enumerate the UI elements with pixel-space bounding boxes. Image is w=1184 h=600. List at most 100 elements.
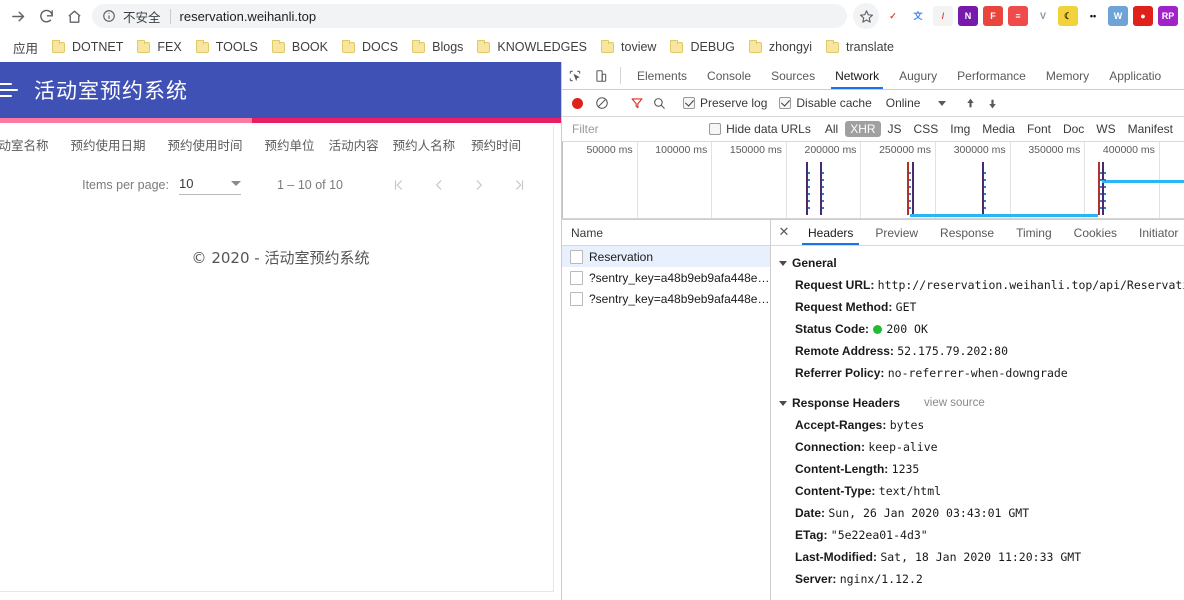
filter-type-ws[interactable]: WS [1091,121,1120,137]
devtools-tab-elements[interactable]: Elements [627,62,697,89]
filter-type-font[interactable]: Font [1022,121,1056,137]
wappalyzer-extension-icon[interactable]: W [1108,6,1128,26]
request-row[interactable]: ?sentry_key=a48b9eb9afa448e… [562,288,770,309]
filter-type-manifest[interactable]: Manifest [1123,121,1178,137]
filter-input[interactable]: Filter [562,122,709,136]
filter-type-img[interactable]: Img [945,121,975,137]
pdf-extension-icon[interactable]: F [983,6,1003,26]
app-toolbar: 活动室预约系统 [0,62,561,118]
rp-extension-icon[interactable]: RP [1158,6,1178,26]
devtools-tab-network[interactable]: Network [825,62,889,89]
record-extension-icon[interactable]: ● [1133,6,1153,26]
toggle-device-toolbar-icon[interactable] [588,62,614,89]
overview-event-marker [912,162,914,215]
moon-extension-icon[interactable]: ☾ [1058,6,1078,26]
search-icon[interactable] [648,96,670,110]
filter-type-js[interactable]: JS [883,121,907,137]
bookmark-toview[interactable]: toview [594,36,663,58]
detail-tab-timing[interactable]: Timing [1005,220,1063,245]
overview-tick-label: 300000 ms [953,144,1006,156]
bookmark-fex[interactable]: FEX [130,36,188,58]
previous-page-button[interactable] [419,165,459,205]
detail-tab-response[interactable]: Response [929,220,1005,245]
overview-gridline [785,142,787,219]
onenote-extension-icon[interactable]: N [958,6,978,26]
items-per-page-select[interactable]: 10 [178,176,241,195]
header-value: http://reservation.weihanli.top/api/Rese… [877,278,1184,292]
filter-funnel-icon[interactable] [626,96,648,110]
document-icon [570,249,583,264]
todoist-extension-icon[interactable]: ✓ [883,6,903,26]
detail-tab-cookies[interactable]: Cookies [1063,220,1128,245]
disable-cache-checkbox[interactable]: Disable cache [779,96,872,110]
hide-data-urls-checkbox[interactable]: Hide data URLs [709,122,811,136]
overview-dot [808,207,810,209]
forward-button[interactable] [4,2,32,30]
url-text[interactable]: reservation.weihanli.top [180,9,317,24]
browser-chrome: 不安全 reservation.weihanli.top ✓ 文 / N F ≡ V ☾ •• W… [0,0,1184,62]
network-overview-timeline[interactable]: 50000 ms 100000 ms 150000 ms 200000 ms 25000… [562,142,1184,220]
google-translate-extension-icon[interactable]: 文 [908,6,928,26]
hide-data-urls-checkbox-box [709,123,722,135]
panda-extension-icon[interactable]: •• [1083,6,1103,26]
detail-tab-preview[interactable]: Preview [864,220,929,245]
devtools-tab-performance[interactable]: Performance [947,62,1036,89]
bookmark-knowledges[interactable]: KNOWLEDGES [470,36,594,58]
network-throttling-select[interactable]: Online [886,96,947,110]
devtools-tab-applicatio[interactable]: Applicatio [1099,62,1171,89]
detail-tab-initiator[interactable]: Initiator [1128,220,1184,245]
vue-devtools-extension-icon[interactable]: V [1033,6,1053,26]
home-button[interactable] [60,2,88,30]
next-page-button[interactable] [459,165,499,205]
general-row: Referrer Policy: no-referrer-when-downgr… [771,362,1184,384]
request-row[interactable]: ?sentry_key=a48b9eb9afa448e… [562,267,770,288]
bookmark-dotnet[interactable]: DOTNET [45,36,130,58]
filter-type-doc[interactable]: Doc [1058,121,1089,137]
folder-icon [137,39,151,54]
response-header-row: ETag: "5e22ea01-4d3" [771,524,1184,546]
bookmark--[interactable]: 应用 [6,36,45,58]
import-har-icon[interactable] [959,97,981,110]
view-source-link[interactable]: view source [924,397,985,409]
clear-network-log-icon[interactable] [591,96,613,110]
header-key: ETag: [795,528,831,542]
bookmark-label: toview [621,40,657,54]
request-row[interactable]: Reservation [562,246,770,267]
overview-tick-label: 150000 ms [729,144,782,156]
last-page-button[interactable] [499,165,539,205]
response-headers-section-title[interactable]: Response Headers view source [771,392,1184,414]
devtools-tab-console[interactable]: Console [697,62,761,89]
detail-tab-headers[interactable]: Headers [797,220,864,245]
bookmark-docs[interactable]: DOCS [335,36,405,58]
request-list-column-header[interactable]: Name [562,220,770,246]
bookmark-zhongyi[interactable]: zhongyi [742,36,819,58]
inspect-element-icon[interactable] [562,62,588,89]
devtools-tab-sources[interactable]: Sources [761,62,825,89]
export-har-icon[interactable] [981,97,1003,110]
general-section-title[interactable]: General [771,252,1184,274]
first-page-button[interactable] [379,165,419,205]
star-icon[interactable] [853,3,879,29]
bookmark-debug[interactable]: DEBUG [663,36,741,58]
bookmark-label: TOOLS [215,40,258,54]
overview-dot [909,200,911,202]
close-icon[interactable]: ✕ [771,220,797,245]
bookmark-translate[interactable]: translate [819,36,901,58]
notes-extension-icon[interactable]: ≡ [1008,6,1028,26]
bookmark-blogs[interactable]: Blogs [405,36,470,58]
address-bar[interactable]: 不安全 reservation.weihanli.top [92,4,847,28]
record-stop-icon[interactable] [572,97,583,109]
devtools-tab-augury[interactable]: Augury [889,62,947,89]
preserve-log-checkbox[interactable]: Preserve log [683,96,767,110]
eraser-extension-icon[interactable]: / [933,6,953,26]
filter-type-css[interactable]: CSS [909,121,944,137]
filter-type-media[interactable]: Media [977,121,1020,137]
reload-button[interactable] [32,2,60,30]
filter-type-all[interactable]: All [820,121,843,137]
bookmark-tools[interactable]: TOOLS [189,36,265,58]
info-circle-icon[interactable] [102,9,118,23]
hamburger-menu-icon[interactable] [0,78,18,102]
filter-type-xhr[interactable]: XHR [845,121,881,137]
bookmark-book[interactable]: BOOK [265,36,335,58]
devtools-tab-memory[interactable]: Memory [1036,62,1099,89]
